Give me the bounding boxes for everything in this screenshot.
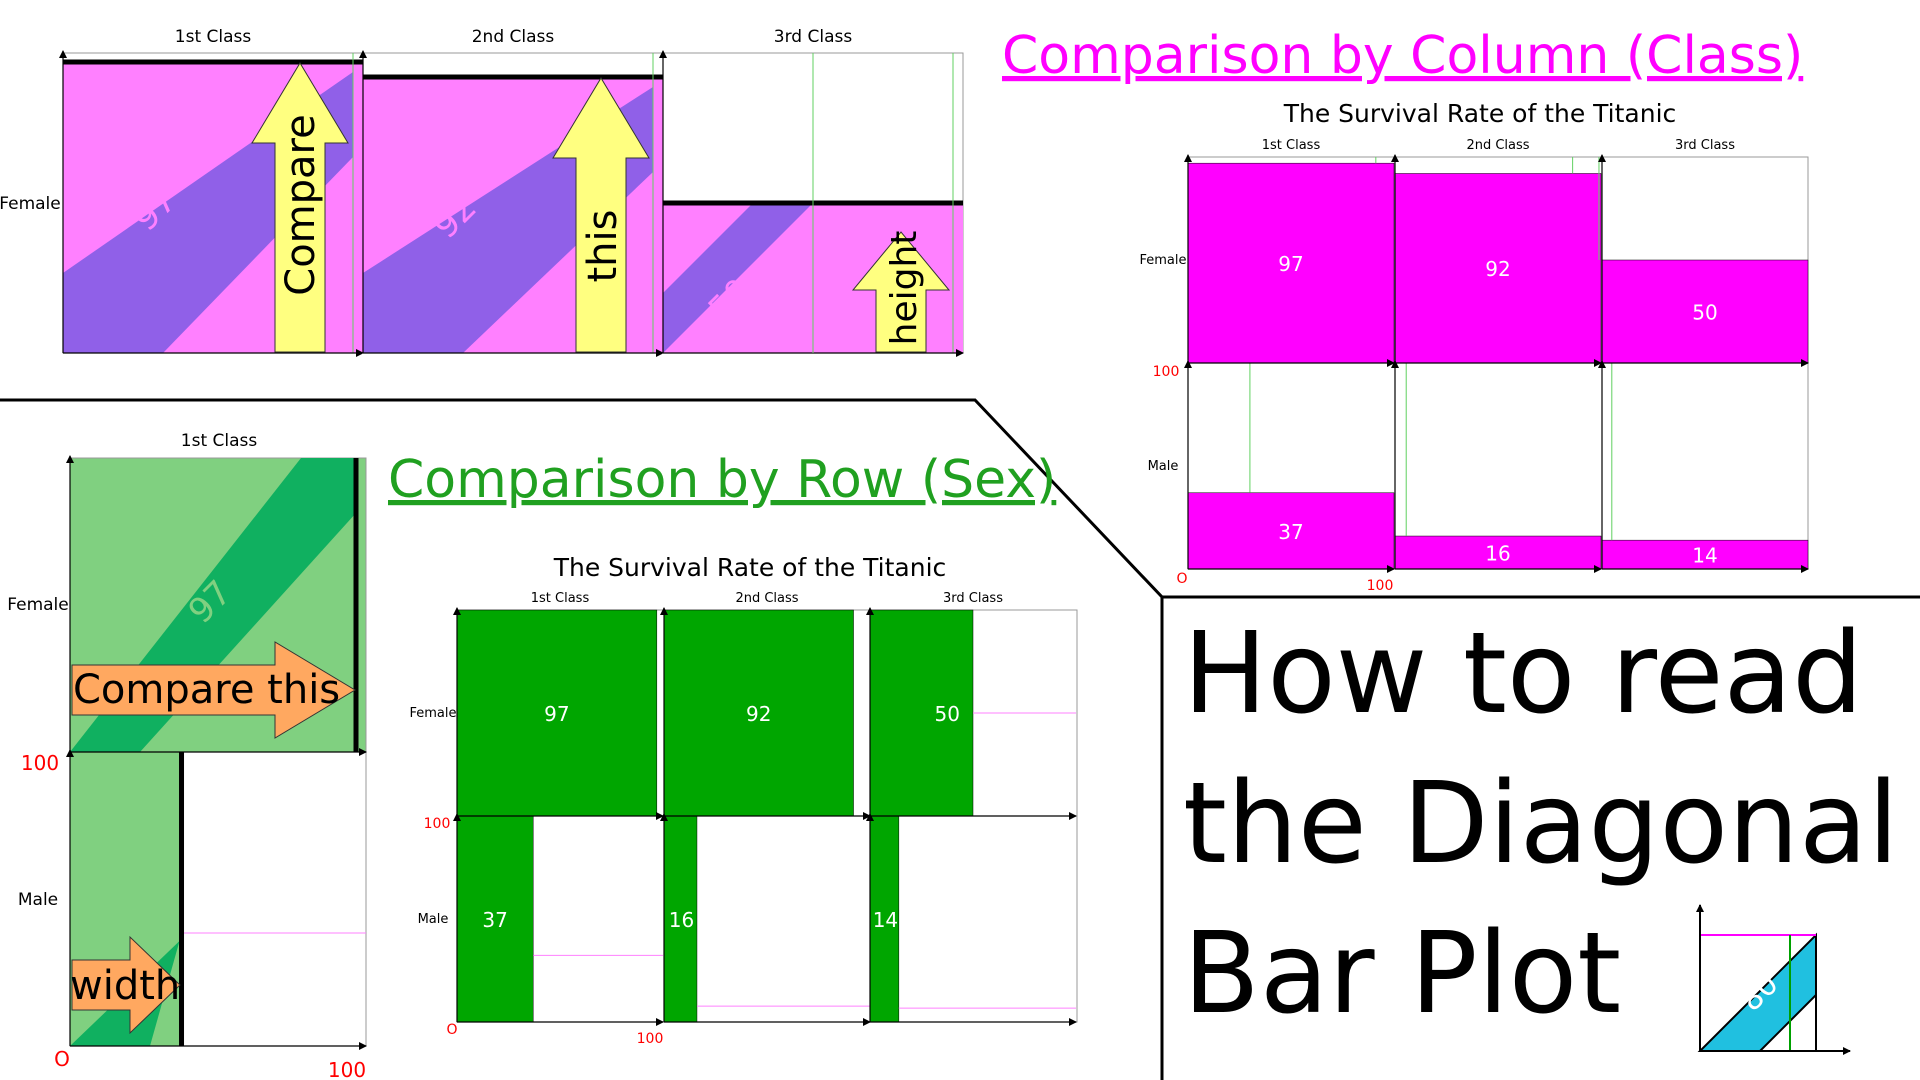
- axis-label-100: 100: [637, 1031, 664, 1047]
- chart-title: The Survival Rate of the Titanic: [553, 553, 947, 582]
- arrow-label-width: width: [70, 963, 180, 1009]
- axis-label-100: 100: [424, 816, 451, 832]
- data-label-male: 14: [873, 908, 898, 932]
- class-header: 3rd Class: [943, 591, 1003, 606]
- data-label-female: 92: [746, 702, 771, 726]
- data-label-male: 37: [1278, 520, 1303, 544]
- axis-label-100: 100: [1367, 578, 1394, 594]
- data-label-male: 16: [1485, 542, 1510, 566]
- heading-row-comparison: Comparison by Row (Sex): [388, 450, 1056, 510]
- axis-label-100: 100: [1153, 364, 1180, 380]
- data-label-male: 16: [669, 908, 694, 932]
- class-header: 2nd Class: [735, 591, 798, 606]
- row-label-female: Female: [0, 194, 61, 214]
- row-label-male: Male: [1148, 459, 1179, 474]
- class-header: 3rd Class: [774, 27, 853, 47]
- arrow-label-this: this: [580, 210, 626, 283]
- row-label-female: Female: [409, 706, 456, 721]
- arrow-label-height: height: [884, 231, 925, 346]
- row-label-male: Male: [418, 912, 449, 927]
- data-label-male: 37: [482, 908, 507, 932]
- class-header: 3rd Class: [1675, 138, 1735, 153]
- class-header: 1st Class: [175, 27, 252, 47]
- class-header: 1st Class: [181, 431, 258, 451]
- arrow-label-compare-this: Compare this: [73, 667, 340, 713]
- data-label-female: 97: [1278, 252, 1303, 276]
- axis-label-zero: O: [1176, 571, 1187, 587]
- data-label-female: 50: [935, 702, 960, 726]
- data-label-female: 92: [1485, 257, 1510, 281]
- diagonal-bar-plot-explainer: 1st Class 2nd Class 3rd Class Female Male 97 3…: [0, 26, 1920, 1080]
- title-line-1: How to read: [1183, 609, 1863, 739]
- row-label-female: Female: [7, 595, 68, 615]
- heading-column-comparison: Comparison by Column (Class): [1002, 26, 1803, 86]
- arrow-label-compare: Compare: [278, 114, 324, 295]
- row-label-female: Female: [1139, 253, 1186, 268]
- data-label-female: 97: [544, 702, 569, 726]
- axis-label-100: 100: [21, 751, 59, 775]
- axis-label-100: 100: [328, 1058, 366, 1080]
- data-label-male: 14: [1692, 544, 1717, 568]
- axis-label-zero: O: [446, 1022, 457, 1038]
- class-header: 2nd Class: [472, 27, 555, 47]
- title-line-2: the Diagonal: [1183, 759, 1899, 889]
- data-label-female: 50: [1692, 301, 1717, 325]
- class-header: 2nd Class: [1466, 138, 1529, 153]
- title-line-3: Bar Plot: [1183, 909, 1621, 1039]
- diagonal-bar-logo-icon: 80: [1696, 904, 1851, 1055]
- axis-label-zero: O: [54, 1047, 70, 1071]
- chart-title: The Survival Rate of the Titanic: [1283, 99, 1677, 128]
- row-label-male: Male: [18, 890, 58, 910]
- class-header: 1st Class: [1262, 138, 1321, 153]
- class-header: 1st Class: [531, 591, 590, 606]
